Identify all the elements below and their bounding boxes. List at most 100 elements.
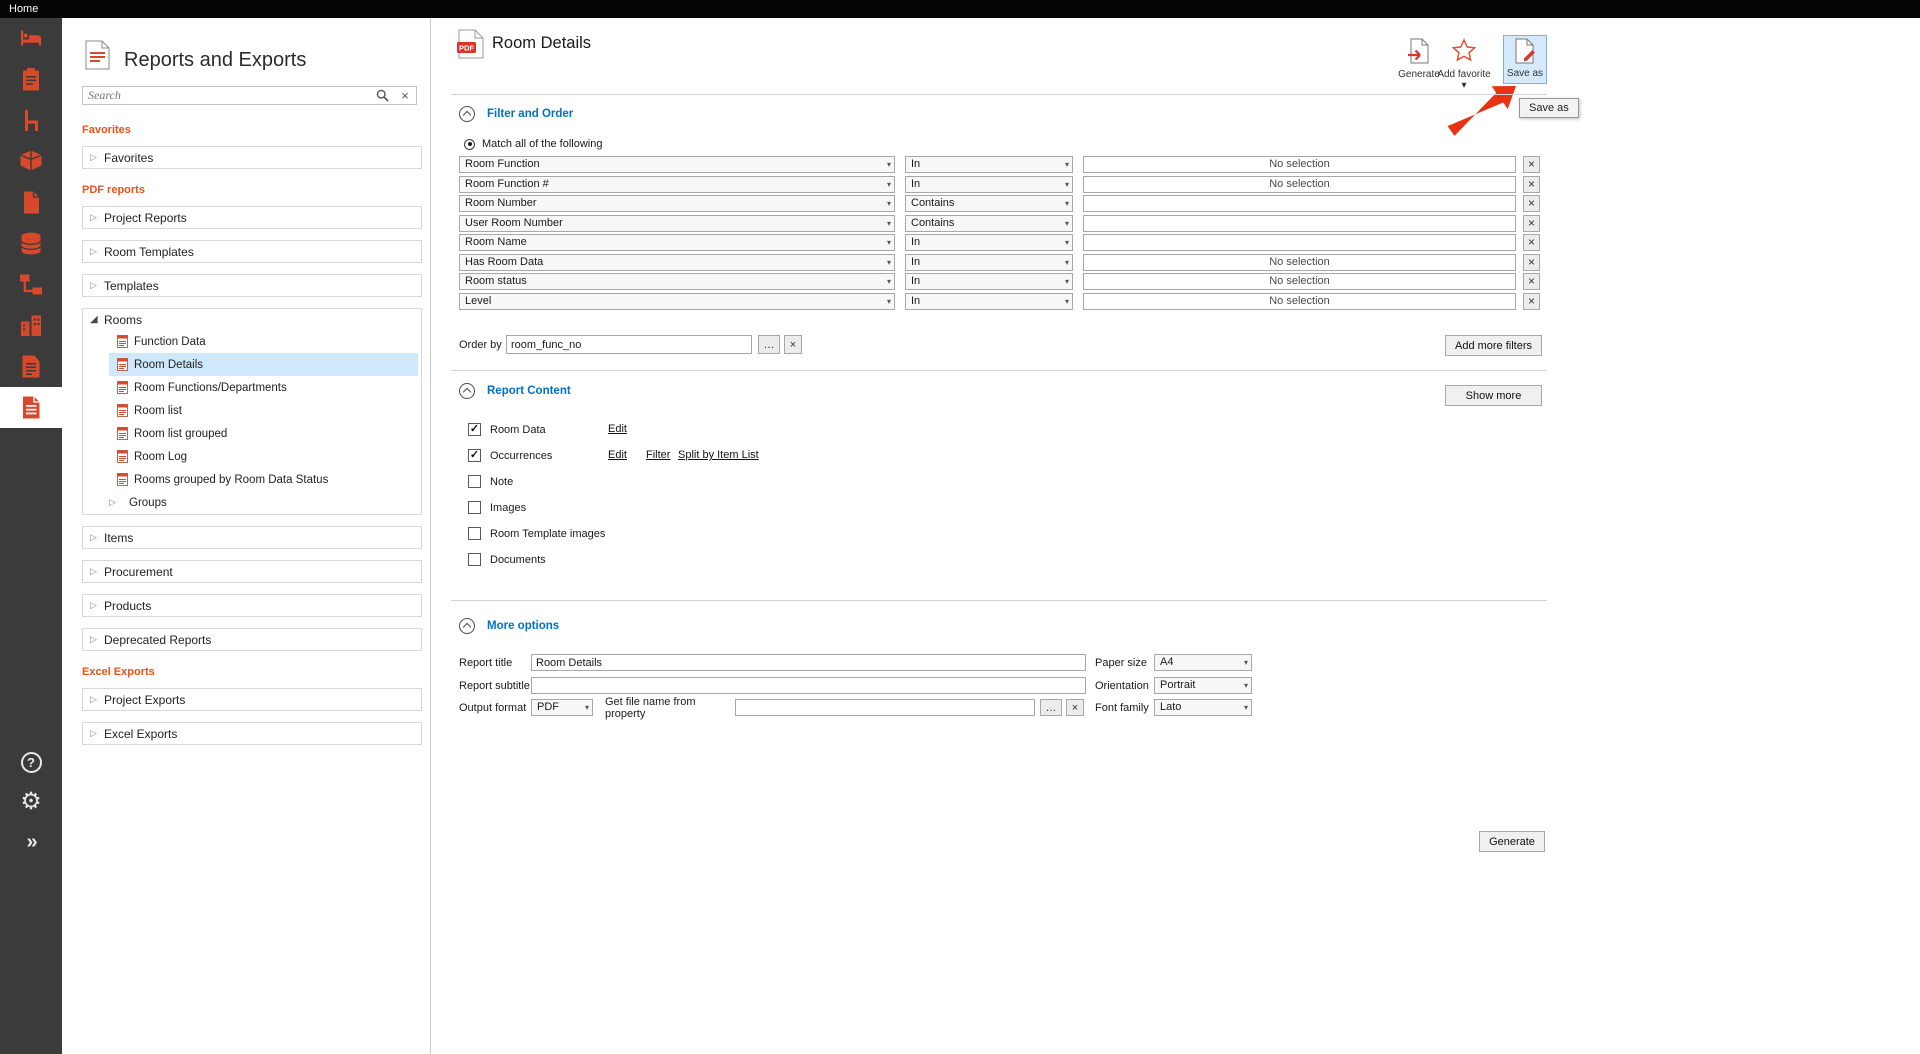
sidebar-item-room-list-grouped[interactable]: Room list grouped [109, 422, 418, 445]
sidebar-item-procurement[interactable]: ▷Procurement [83, 561, 421, 582]
collapsed-arrow-icon[interactable]: ▷ [90, 152, 104, 163]
sidebar-item-project-reports[interactable]: ▷Project Reports [83, 207, 421, 228]
file-name-browse-button[interactable]: … [1040, 699, 1062, 716]
filter-value-field[interactable]: No selection [1083, 176, 1516, 193]
sidebar-item-project-exports[interactable]: ▷Project Exports [83, 689, 421, 710]
search-icon[interactable] [370, 89, 394, 102]
checkbox-unchecked[interactable] [468, 527, 481, 540]
remove-filter-button[interactable]: × [1523, 293, 1540, 310]
search-input[interactable] [83, 88, 370, 103]
settings-gear-icon[interactable]: ⚙ [0, 782, 62, 822]
collapsed-arrow-icon[interactable]: ▷ [90, 634, 104, 645]
clear-search-icon[interactable]: × [394, 87, 416, 104]
remove-filter-button[interactable]: × [1523, 215, 1540, 232]
output-format-select[interactable]: PDF▾ [531, 699, 593, 716]
collapse-section-icon[interactable] [459, 383, 475, 399]
room-data-icon[interactable] [0, 59, 62, 100]
collapsed-arrow-icon[interactable]: ▷ [90, 566, 104, 577]
sidebar-item-room-list[interactable]: Room list [109, 399, 418, 422]
collapse-section-icon[interactable] [459, 106, 475, 122]
filter-field-select[interactable]: Level▾ [459, 293, 895, 310]
filter-value-field[interactable] [1083, 234, 1516, 251]
sidebar-item-function-data[interactable]: Function Data [109, 330, 418, 353]
expand-rail-icon[interactable]: » [0, 822, 62, 862]
file-name-clear-button[interactable]: × [1066, 699, 1084, 716]
filter-operator-select[interactable]: In▾ [905, 234, 1073, 251]
help-icon[interactable]: ? [0, 742, 62, 782]
match-all-radio[interactable] [464, 139, 475, 150]
filter-value-field[interactable]: No selection [1083, 156, 1516, 173]
filter-operator-select[interactable]: In▾ [905, 254, 1073, 271]
collapsed-arrow-icon[interactable]: ▷ [90, 694, 104, 705]
expanded-arrow-icon[interactable]: ◢ [90, 314, 104, 325]
paper-size-select[interactable]: A4▾ [1154, 654, 1252, 671]
database-icon[interactable] [0, 223, 62, 264]
collapsed-arrow-icon[interactable]: ▷ [90, 280, 104, 291]
remove-filter-button[interactable]: × [1523, 234, 1540, 251]
filter-operator-select[interactable]: In▾ [905, 293, 1073, 310]
sidebar-item-excel-exports[interactable]: ▷Excel Exports [83, 723, 421, 744]
filter-operator-select[interactable]: Contains▾ [905, 195, 1073, 212]
filter-link[interactable]: Filter [646, 449, 670, 461]
checkbox-unchecked[interactable] [468, 553, 481, 566]
collapsed-arrow-icon[interactable]: ▷ [90, 246, 104, 257]
sidebar-item-rooms-grouped-by-room-data-status[interactable]: Rooms grouped by Room Data Status [109, 468, 418, 491]
checkbox-checked[interactable]: ✓ [468, 423, 481, 436]
report-title-input[interactable] [531, 654, 1086, 671]
sidebar-item-rooms[interactable]: ◢Rooms [83, 309, 421, 330]
sidebar-item-room-details[interactable]: Room Details [109, 353, 418, 376]
filter-value-field[interactable] [1083, 195, 1516, 212]
font-family-select[interactable]: Lato▾ [1154, 699, 1252, 716]
order-by-browse-button[interactable]: … [758, 335, 780, 354]
sidebar-item-groups[interactable]: ▷Groups [109, 491, 418, 514]
rooms-icon[interactable] [0, 18, 62, 59]
filter-value-field[interactable]: No selection [1083, 293, 1516, 310]
add-favorite-button[interactable]: Add favorite ▾ [1437, 38, 1491, 91]
filter-operator-select[interactable]: In▾ [905, 176, 1073, 193]
order-by-clear-button[interactable]: × [784, 335, 802, 354]
collapsed-arrow-icon[interactable]: ▷ [90, 600, 104, 611]
edit-link[interactable]: Edit [608, 423, 627, 435]
report-subtitle-input[interactable] [531, 677, 1086, 694]
order-by-input[interactable] [506, 335, 752, 354]
sidebar-item-room-log[interactable]: Room Log [109, 445, 418, 468]
generate-button[interactable]: Generate [1479, 831, 1545, 852]
sidebar-item-deprecated-reports[interactable]: ▷Deprecated Reports [83, 629, 421, 650]
filter-field-select[interactable]: Room Function▾ [459, 156, 895, 173]
edit-link[interactable]: Edit [608, 449, 627, 461]
remove-filter-button[interactable]: × [1523, 176, 1540, 193]
collapsed-arrow-icon[interactable]: ▷ [90, 532, 104, 543]
collapsed-arrow-icon[interactable]: ▷ [90, 728, 104, 739]
reports-icon[interactable] [0, 387, 62, 428]
remove-filter-button[interactable]: × [1523, 195, 1540, 212]
items-icon[interactable] [0, 100, 62, 141]
file-name-input[interactable] [735, 699, 1035, 716]
filter-field-select[interactable]: Room Function #▾ [459, 176, 895, 193]
documents-icon[interactable] [0, 182, 62, 223]
sidebar-item-templates[interactable]: ▷Templates [83, 275, 421, 296]
checkbox-unchecked[interactable] [468, 475, 481, 488]
products-icon[interactable] [0, 141, 62, 182]
filter-field-select[interactable]: Has Room Data▾ [459, 254, 895, 271]
remove-filter-button[interactable]: × [1523, 254, 1540, 271]
collapsed-arrow-icon[interactable]: ▷ [90, 212, 104, 223]
filter-value-field[interactable]: No selection [1083, 273, 1516, 290]
checkbox-unchecked[interactable] [468, 501, 481, 514]
filter-operator-select[interactable]: In▾ [905, 273, 1073, 290]
filter-operator-select[interactable]: In▾ [905, 156, 1073, 173]
filter-field-select[interactable]: Room Number▾ [459, 195, 895, 212]
templates-icon[interactable] [0, 346, 62, 387]
remove-filter-button[interactable]: × [1523, 273, 1540, 290]
filter-field-select[interactable]: User Room Number▾ [459, 215, 895, 232]
save-as-button[interactable]: Save as [1503, 35, 1547, 84]
procurement-icon[interactable] [0, 264, 62, 305]
split-by-item-list-link[interactable]: Split by Item List [678, 449, 759, 461]
filter-operator-select[interactable]: Contains▾ [905, 215, 1073, 232]
sidebar-item-items[interactable]: ▷Items [83, 527, 421, 548]
filter-field-select[interactable]: Room Name▾ [459, 234, 895, 251]
show-more-button[interactable]: Show more [1445, 385, 1542, 406]
sidebar-item-products[interactable]: ▷Products [83, 595, 421, 616]
add-more-filters-button[interactable]: Add more filters [1445, 335, 1542, 356]
checkbox-checked[interactable]: ✓ [468, 449, 481, 462]
buildings-icon[interactable] [0, 305, 62, 346]
